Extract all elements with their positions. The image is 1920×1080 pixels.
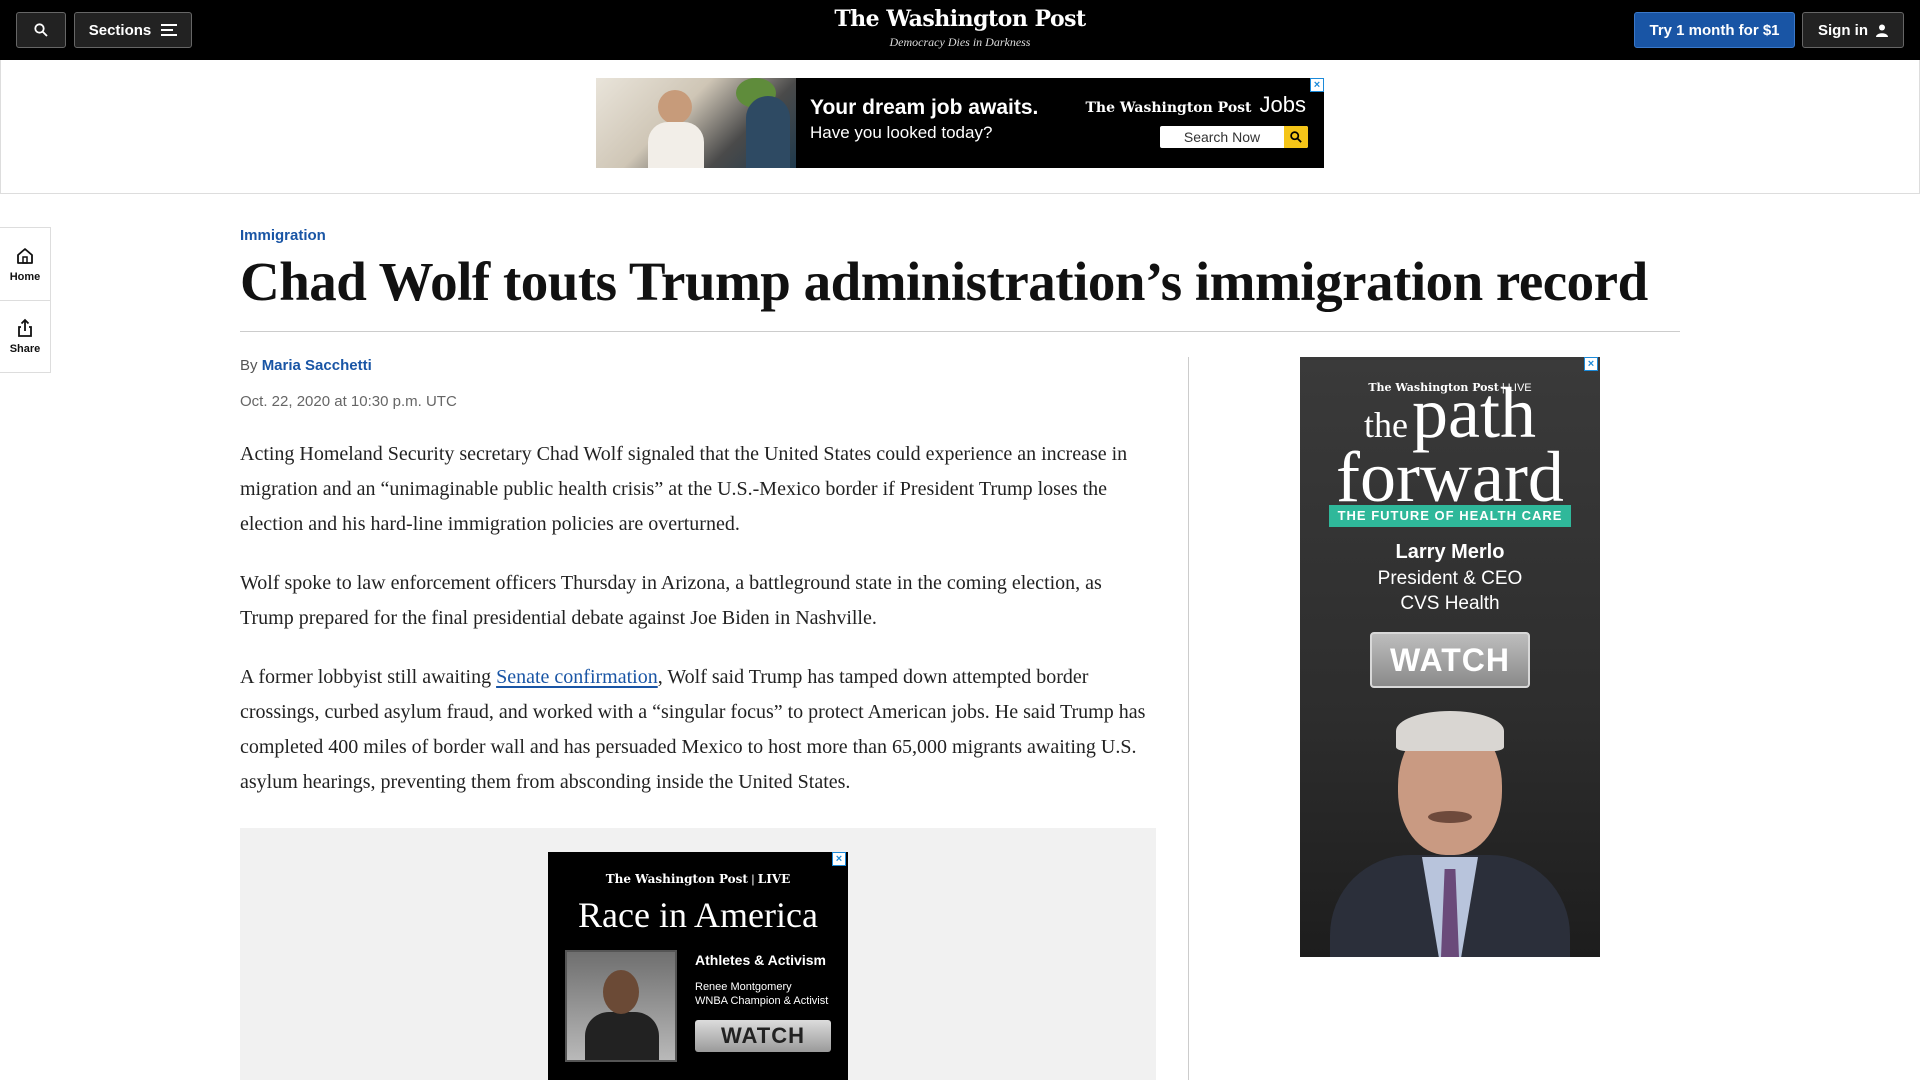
paragraph-3: A former lobbyist still awaiting Senate … xyxy=(240,660,1156,800)
home-icon xyxy=(17,247,33,264)
race-ad-photo xyxy=(565,950,677,1062)
search-button[interactable] xyxy=(16,12,66,48)
home-label: Home xyxy=(9,270,41,283)
race-ad-brand: The Washington Post | LIVE xyxy=(605,872,791,886)
author-link[interactable]: Maria Sacchetti xyxy=(262,357,372,374)
race-ad-speaker-role: WNBA Champion & Activist xyxy=(695,995,829,1007)
column-divider xyxy=(1188,357,1189,1080)
path-ad-speaker-title: President & CEO xyxy=(1377,568,1523,589)
path-ad-speaker-role: President & CEO CVS Health xyxy=(1300,566,1600,616)
adchoices-icon[interactable]: × xyxy=(1584,357,1598,371)
left-rail: Home Share xyxy=(0,227,51,373)
jobs-ad-subline: Have you looked today? xyxy=(810,123,993,142)
jobs-ad-brand-logo: The Washington Post xyxy=(1085,100,1252,116)
jobs-ad-brand: The Washington Post Jobs xyxy=(1086,92,1306,118)
article-body: Acting Homeland Security secretary Chad … xyxy=(240,437,1156,824)
adchoices-icon[interactable]: × xyxy=(1310,78,1324,92)
paragraph-1: Acting Homeland Security secretary Chad … xyxy=(240,443,1128,535)
article-headline: Chad Wolf touts Trump administration’s i… xyxy=(240,251,1648,312)
path-ad-band: THE FUTURE OF HEALTH CARE xyxy=(1329,505,1571,527)
masthead-logo[interactable]: The Washington Post xyxy=(760,6,1160,32)
path-ad-title: the path forward xyxy=(1300,377,1600,513)
jobs-ad-search-box[interactable]: Search Now xyxy=(1160,126,1308,148)
publish-date: Oct. 22, 2020 at 10:30 p.m. UTC xyxy=(240,393,457,410)
headline-divider xyxy=(240,331,1680,332)
section-kicker[interactable]: Immigration xyxy=(240,227,326,244)
race-in-america-ad[interactable]: The Washington Post | LIVE Race in Ameri… xyxy=(548,852,848,1080)
byline: By Maria Sacchetti xyxy=(240,357,372,374)
race-ad-subtitle: Athletes & Activism xyxy=(695,952,826,968)
masthead-tagline: Democracy Dies in Darkness xyxy=(889,35,1031,49)
race-ad-brand-logo: The Washington Post xyxy=(605,872,748,886)
share-button[interactable]: Share xyxy=(0,300,50,372)
jobs-ad-search-label: Search Now xyxy=(1183,129,1261,145)
path-ad-title-forward: forward xyxy=(1336,437,1564,517)
sections-button[interactable]: Sections xyxy=(74,12,192,48)
jobs-ad-headline: Your dream job awaits. xyxy=(810,96,1039,119)
path-ad-speaker-name: Larry Merlo xyxy=(1395,541,1505,563)
jobs-ad-search-button[interactable] xyxy=(1284,126,1308,148)
sections-label: Sections xyxy=(88,21,152,39)
jobs-ad-copy: Your dream job awaits. Have you looked t… xyxy=(810,96,1038,143)
adchoices-icon[interactable]: × xyxy=(832,852,846,866)
search-icon xyxy=(1290,131,1302,143)
path-ad-speaker-company: CVS Health xyxy=(1400,593,1500,614)
race-ad-speaker-name: Renee Montgomery xyxy=(695,981,792,993)
sign-in-button[interactable]: Sign in xyxy=(1802,12,1904,48)
race-ad-title: Race in America xyxy=(578,895,818,935)
path-forward-ad[interactable]: The Washington Post | LIVE the path forw… xyxy=(1300,357,1600,957)
paragraph-3-text-a: A former lobbyist still awaiting xyxy=(240,666,497,688)
share-icon xyxy=(18,318,32,337)
menu-icon xyxy=(161,24,178,36)
paragraph-2: Wolf spoke to law enforcement officers T… xyxy=(240,572,1102,629)
path-ad-photo xyxy=(1330,707,1570,957)
masthead[interactable]: The Washington Post Democracy Dies in Da… xyxy=(760,6,1160,50)
home-button[interactable]: Home xyxy=(0,228,50,300)
race-ad-speaker: Renee Montgomery WNBA Champion & Activis… xyxy=(695,980,828,1008)
race-ad-watch-button[interactable]: WATCH xyxy=(695,1020,831,1052)
race-ad-brand-live: LIVE xyxy=(757,872,791,886)
sign-in-label: Sign in xyxy=(1818,21,1868,39)
jobs-ad-photo xyxy=(596,78,796,168)
senate-confirmation-link[interactable]: Senate confirmation xyxy=(496,666,658,688)
jobs-ad-brand-word: Jobs xyxy=(1259,92,1306,117)
jobs-banner-ad[interactable]: Your dream job awaits. Have you looked t… xyxy=(596,78,1324,168)
user-icon xyxy=(1876,24,1888,37)
search-icon xyxy=(34,23,48,37)
path-ad-watch-button[interactable]: WATCH xyxy=(1370,632,1530,688)
top-nav: Sections The Washington Post Democracy D… xyxy=(0,0,1920,60)
subscribe-button[interactable]: Try 1 month for $1 xyxy=(1634,12,1795,48)
share-label: Share xyxy=(9,343,41,355)
byline-prefix: By xyxy=(240,357,258,374)
